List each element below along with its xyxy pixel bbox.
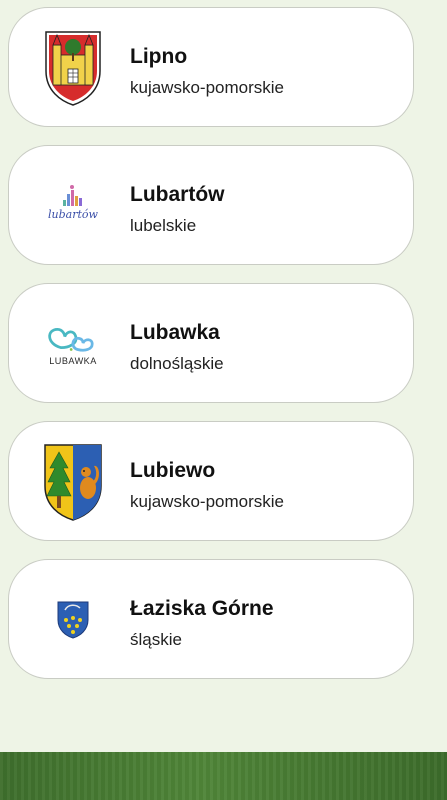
footer-banner bbox=[0, 752, 447, 800]
city-region: dolnośląskie bbox=[130, 354, 224, 373]
footer-texture bbox=[0, 752, 447, 800]
list-item[interactable]: Lubiewo kujawsko-pomorskie bbox=[8, 421, 414, 541]
city-region: kujawsko-pomorskie bbox=[130, 492, 284, 511]
list-item[interactable]: LUBAWKA Lubawka dolnośląskie bbox=[8, 283, 414, 403]
city-region: lubelskie bbox=[130, 216, 197, 235]
list-item[interactable]: lubartów Lubartów lubelskie bbox=[8, 145, 414, 265]
city-name: Lubawka bbox=[130, 321, 220, 344]
lubiewo-coat-of-arms-icon bbox=[41, 440, 105, 524]
lubartow-logo-icon: lubartów bbox=[41, 164, 105, 248]
list-item[interactable]: Lipno kujawsko-pomorskie bbox=[8, 7, 414, 127]
list-item[interactable]: Łaziska Górne śląskie bbox=[8, 559, 414, 679]
lubawka-logo-icon: LUBAWKA bbox=[41, 302, 105, 386]
city-name: Lubartów bbox=[130, 183, 225, 206]
city-region: kujawsko-pomorskie bbox=[130, 78, 284, 97]
city-region: śląskie bbox=[130, 630, 182, 649]
city-name: Lubiewo bbox=[130, 459, 216, 482]
lubawka-logo-text: LUBAWKA bbox=[49, 356, 97, 366]
laziska-gorne-coat-of-arms-icon bbox=[41, 578, 105, 662]
city-name: Lipno bbox=[130, 45, 188, 68]
city-name: Łaziska Górne bbox=[130, 597, 274, 620]
lipno-coat-of-arms-icon bbox=[41, 26, 105, 110]
lubartow-logo-text: lubartów bbox=[48, 208, 99, 221]
